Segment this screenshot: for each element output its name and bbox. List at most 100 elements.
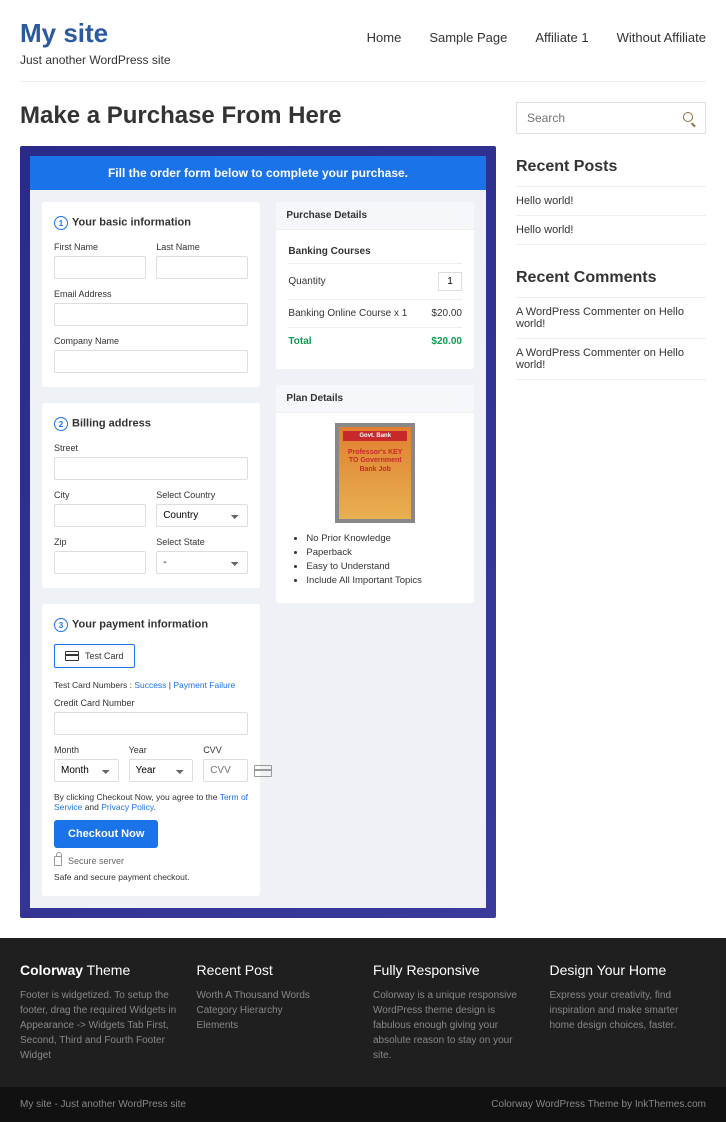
company-label: Company Name xyxy=(54,336,248,346)
year-select[interactable]: Year xyxy=(129,759,194,782)
footer-recent-post-link[interactable]: Category Hierarchy xyxy=(197,1005,283,1016)
lock-icon xyxy=(54,856,62,866)
test-success-link[interactable]: Success xyxy=(134,680,166,690)
nav-sample-page[interactable]: Sample Page xyxy=(429,30,507,45)
state-select[interactable]: - xyxy=(156,551,248,574)
billing-title: Billing address xyxy=(72,418,151,430)
card-icon xyxy=(65,651,79,661)
commenter-link[interactable]: A WordPress Commenter xyxy=(516,306,641,318)
site-tagline: Just another WordPress site xyxy=(20,53,171,67)
city-input[interactable] xyxy=(54,504,146,527)
sidebar: Recent Posts Hello world! Hello world! R… xyxy=(516,102,706,918)
test-card-button[interactable]: Test Card xyxy=(54,644,135,668)
country-label: Select Country xyxy=(156,490,248,500)
email-label: Email Address xyxy=(54,289,248,299)
footer-col4-text: Express your creativity, find inspiratio… xyxy=(550,988,707,1033)
footer-col1-title: Colorway Theme xyxy=(20,962,177,978)
search-icon[interactable] xyxy=(683,112,695,124)
first-name-input[interactable] xyxy=(54,256,146,279)
list-item: No Prior Knowledge xyxy=(306,533,462,544)
search-box[interactable] xyxy=(516,102,706,134)
cc-label: Credit Card Number xyxy=(54,698,248,708)
cc-input[interactable] xyxy=(54,712,248,735)
test-failure-link[interactable]: Payment Failure xyxy=(173,680,235,690)
basic-info-section: 1Your basic information First Name Last … xyxy=(42,202,260,387)
list-item: Hello world! xyxy=(516,215,706,245)
month-label: Month xyxy=(54,745,119,755)
first-name-label: First Name xyxy=(54,242,146,252)
cvv-card-icon xyxy=(254,765,272,777)
footer-recent-post-link[interactable]: Elements xyxy=(197,1020,239,1031)
course-header: Banking Courses xyxy=(288,240,462,264)
checkout-button[interactable]: Checkout Now xyxy=(54,820,158,848)
city-label: City xyxy=(54,490,146,500)
street-label: Street xyxy=(54,443,248,453)
cvv-label: CVV xyxy=(203,745,248,755)
nav-home[interactable]: Home xyxy=(367,30,402,45)
last-name-label: Last Name xyxy=(156,242,248,252)
country-select[interactable]: Country xyxy=(156,504,248,527)
line-item-price: $20.00 xyxy=(431,308,462,319)
plan-details-title: Plan Details xyxy=(276,385,474,413)
nav-affiliate-1[interactable]: Affiliate 1 xyxy=(535,30,588,45)
recent-post-link[interactable]: Hello world! xyxy=(516,224,573,236)
list-item: A WordPress Commenter on Hello world! xyxy=(516,297,706,338)
list-item: Paperback xyxy=(306,547,462,558)
test-card-numbers-note: Test Card Numbers : Success | Payment Fa… xyxy=(54,680,248,690)
zip-input[interactable] xyxy=(54,551,146,574)
site-header: My site Just another WordPress site Home… xyxy=(0,0,726,81)
payment-section: 3 Your payment information Test Card Test… xyxy=(42,604,260,896)
payment-title: Your payment information xyxy=(72,619,208,631)
purchase-banner: Fill the order form below to complete yo… xyxy=(30,156,486,190)
zip-label: Zip xyxy=(54,537,146,547)
list-item: Include All Important Topics xyxy=(306,575,462,586)
safe-payment-note: Safe and secure payment checkout. xyxy=(54,872,248,882)
plan-features-list: No Prior Knowledge Paperback Easy to Und… xyxy=(288,533,462,586)
footer: Colorway Theme Footer is widgetized. To … xyxy=(0,938,726,1087)
recent-comments-title: Recent Comments xyxy=(516,269,706,287)
plan-details-section: Plan Details Govt. Bank Professor's KEY … xyxy=(276,385,474,603)
main-nav: Home Sample Page Affiliate 1 Without Aff… xyxy=(367,18,706,45)
step-3-icon: 3 xyxy=(54,618,68,632)
footer-col4-title: Design Your Home xyxy=(550,962,707,978)
recent-comments-list: A WordPress Commenter on Hello world! A … xyxy=(516,297,706,380)
quantity-input[interactable] xyxy=(438,272,462,291)
state-label: Select State xyxy=(156,537,248,547)
commenter-link[interactable]: A WordPress Commenter xyxy=(516,347,641,359)
year-label: Year xyxy=(129,745,194,755)
site-title[interactable]: My site xyxy=(20,18,171,49)
recent-post-link[interactable]: Hello world! xyxy=(516,195,573,207)
recent-posts-title: Recent Posts xyxy=(516,158,706,176)
list-item: Easy to Understand xyxy=(306,561,462,572)
cvv-input[interactable] xyxy=(203,759,248,782)
quantity-label: Quantity xyxy=(288,276,325,287)
month-select[interactable]: Month xyxy=(54,759,119,782)
total-label: Total xyxy=(288,336,311,347)
step-2-icon: 2 xyxy=(54,417,68,431)
purchase-details-title: Purchase Details xyxy=(276,202,474,230)
secure-server-label: Secure server xyxy=(68,856,124,866)
company-input[interactable] xyxy=(54,350,248,373)
last-name-input[interactable] xyxy=(156,256,248,279)
line-item-label: Banking Online Course x 1 xyxy=(288,308,407,319)
footer-recent-post-link[interactable]: Worth A Thousand Words xyxy=(197,990,310,1001)
footer-bar: My site - Just another WordPress site Co… xyxy=(0,1087,726,1122)
list-item: A WordPress Commenter on Hello world! xyxy=(516,338,706,380)
search-input[interactable] xyxy=(527,111,683,125)
street-input[interactable] xyxy=(54,457,248,480)
recent-posts-list: Hello world! Hello world! xyxy=(516,186,706,245)
nav-without-affiliate[interactable]: Without Affiliate xyxy=(617,30,706,45)
privacy-link[interactable]: Privacy Policy xyxy=(101,802,153,812)
list-item: Hello world! xyxy=(516,186,706,215)
basic-info-title: Your basic information xyxy=(72,217,191,229)
footer-col2-title: Recent Post xyxy=(197,962,354,978)
total-value: $20.00 xyxy=(431,336,462,347)
email-input[interactable] xyxy=(54,303,248,326)
footer-col1-text: Footer is widgetized. To setup the foote… xyxy=(20,988,177,1063)
footer-col3-title: Fully Responsive xyxy=(373,962,530,978)
footer-bar-right: Colorway WordPress Theme by InkThemes.co… xyxy=(491,1099,706,1110)
footer-bar-left: My site - Just another WordPress site xyxy=(20,1099,186,1110)
agreement-text: By clicking Checkout Now, you agree to t… xyxy=(54,792,248,812)
purchase-details-section: Purchase Details Banking Courses Quantit… xyxy=(276,202,474,369)
billing-address-section: 2 Billing address Street City Select Coun… xyxy=(42,403,260,588)
